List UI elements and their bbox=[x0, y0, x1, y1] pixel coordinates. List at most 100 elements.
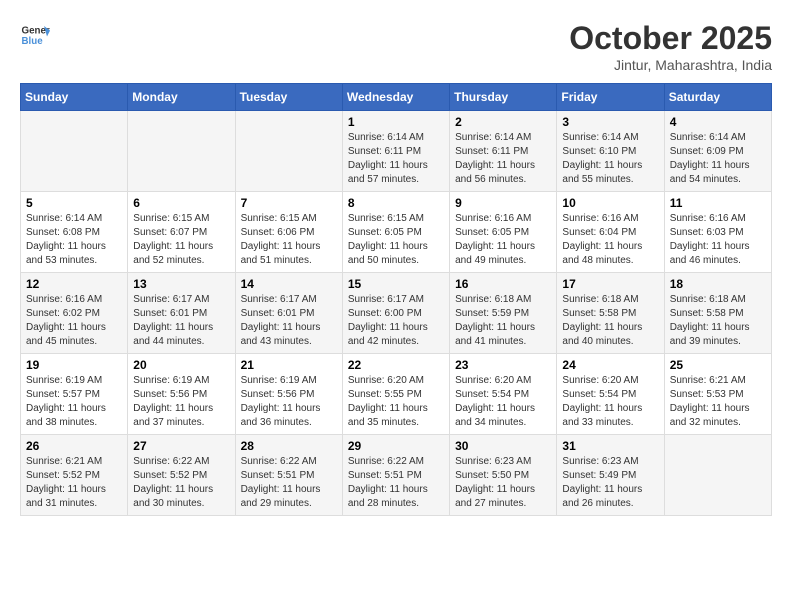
table-row: 4 Sunrise: 6:14 AM Sunset: 6:09 PM Daylig… bbox=[664, 111, 771, 192]
day-info: Sunrise: 6:22 AM Sunset: 5:52 PM Dayligh… bbox=[133, 455, 229, 511]
day-number: 2 bbox=[455, 115, 551, 129]
table-row: 20 Sunrise: 6:19 AM Sunset: 5:56 PM Dayli… bbox=[128, 354, 235, 435]
day-info: Sunrise: 6:18 AM Sunset: 5:58 PM Dayligh… bbox=[562, 293, 658, 349]
table-row: 1 Sunrise: 6:14 AM Sunset: 6:11 PM Daylig… bbox=[342, 111, 449, 192]
title-block: October 2025 Jintur, Maharashtra, India bbox=[569, 20, 772, 73]
table-row: 28 Sunrise: 6:22 AM Sunset: 5:51 PM Dayli… bbox=[235, 435, 342, 516]
day-number: 10 bbox=[562, 196, 658, 210]
table-row: 3Sunrise: 6:14 AM Sunset: 6:10 PM Daylig… bbox=[557, 111, 664, 192]
day-number: 17 bbox=[562, 277, 658, 291]
day-number: 29 bbox=[348, 439, 444, 453]
day-number: 23 bbox=[455, 358, 551, 372]
page-header: General Blue October 2025 Jintur, Mahara… bbox=[20, 20, 772, 73]
table-row: 16 Sunrise: 6:18 AM Sunset: 5:59 PM Dayli… bbox=[450, 273, 557, 354]
logo: General Blue bbox=[20, 20, 54, 50]
calendar-table: Sunday Monday Tuesday Wednesday Thursday… bbox=[20, 83, 772, 516]
day-info: Sunrise: 6:21 AM Sunset: 5:52 PM Dayligh… bbox=[26, 455, 122, 511]
day-info: Sunrise: 6:19 AM Sunset: 5:56 PM Dayligh… bbox=[133, 374, 229, 430]
day-info: Sunrise: 6:22 AM Sunset: 5:51 PM Dayligh… bbox=[348, 455, 444, 511]
day-number: 1 bbox=[348, 115, 444, 129]
calendar-week-row: 1 Sunrise: 6:14 AM Sunset: 6:11 PM Daylig… bbox=[21, 111, 772, 192]
day-info: Sunrise: 6:15 AM Sunset: 6:06 PM Dayligh… bbox=[241, 212, 337, 268]
table-row: 9 Sunrise: 6:16 AM Sunset: 6:05 PM Daylig… bbox=[450, 192, 557, 273]
day-info: Sunrise: 6:15 AM Sunset: 6:07 PM Dayligh… bbox=[133, 212, 229, 268]
table-row: 17 Sunrise: 6:18 AM Sunset: 5:58 PM Dayli… bbox=[557, 273, 664, 354]
day-info: Sunrise: 6:14 AM Sunset: 6:09 PM Dayligh… bbox=[670, 131, 766, 187]
table-row: 23 Sunrise: 6:20 AM Sunset: 5:54 PM Dayli… bbox=[450, 354, 557, 435]
table-row bbox=[664, 435, 771, 516]
day-info: Sunrise: 6:17 AM Sunset: 6:00 PM Dayligh… bbox=[348, 293, 444, 349]
day-info: Sunrise: 6:23 AM Sunset: 5:50 PM Dayligh… bbox=[455, 455, 551, 511]
header-monday: Monday bbox=[128, 84, 235, 111]
day-number: 9 bbox=[455, 196, 551, 210]
day-info: Sunrise: 6:16 AM Sunset: 6:03 PM Dayligh… bbox=[670, 212, 766, 268]
header-tuesday: Tuesday bbox=[235, 84, 342, 111]
calendar-header-row: Sunday Monday Tuesday Wednesday Thursday… bbox=[21, 84, 772, 111]
day-number: 11 bbox=[670, 196, 766, 210]
table-row: 22Sunrise: 6:20 AM Sunset: 5:55 PM Dayli… bbox=[342, 354, 449, 435]
table-row: 8Sunrise: 6:15 AM Sunset: 6:05 PM Daylig… bbox=[342, 192, 449, 273]
calendar-week-row: 12 Sunrise: 6:16 AM Sunset: 6:02 PM Dayli… bbox=[21, 273, 772, 354]
table-row: 30 Sunrise: 6:23 AM Sunset: 5:50 PM Dayli… bbox=[450, 435, 557, 516]
table-row: 21 Sunrise: 6:19 AM Sunset: 5:56 PM Dayli… bbox=[235, 354, 342, 435]
header-sunday: Sunday bbox=[21, 84, 128, 111]
table-row: 2 Sunrise: 6:14 AM Sunset: 6:11 PM Daylig… bbox=[450, 111, 557, 192]
table-row bbox=[235, 111, 342, 192]
table-row: 27 Sunrise: 6:22 AM Sunset: 5:52 PM Dayli… bbox=[128, 435, 235, 516]
day-number: 30 bbox=[455, 439, 551, 453]
day-number: 27 bbox=[133, 439, 229, 453]
table-row: 7 Sunrise: 6:15 AM Sunset: 6:06 PM Daylig… bbox=[235, 192, 342, 273]
header-friday: Friday bbox=[557, 84, 664, 111]
header-thursday: Thursday bbox=[450, 84, 557, 111]
day-number: 28 bbox=[241, 439, 337, 453]
day-info: Sunrise: 6:20 AM Sunset: 5:54 PM Dayligh… bbox=[562, 374, 658, 430]
day-number: 31 bbox=[562, 439, 658, 453]
day-number: 4 bbox=[670, 115, 766, 129]
day-info: Sunrise: 6:19 AM Sunset: 5:57 PM Dayligh… bbox=[26, 374, 122, 430]
svg-text:Blue: Blue bbox=[22, 36, 44, 47]
table-row: 15Sunrise: 6:17 AM Sunset: 6:00 PM Dayli… bbox=[342, 273, 449, 354]
day-number: 16 bbox=[455, 277, 551, 291]
table-row: 18Sunrise: 6:18 AM Sunset: 5:58 PM Dayli… bbox=[664, 273, 771, 354]
table-row: 29 Sunrise: 6:22 AM Sunset: 5:51 PM Dayli… bbox=[342, 435, 449, 516]
day-info: Sunrise: 6:16 AM Sunset: 6:02 PM Dayligh… bbox=[26, 293, 122, 349]
day-info: Sunrise: 6:16 AM Sunset: 6:04 PM Dayligh… bbox=[562, 212, 658, 268]
table-row: 6 Sunrise: 6:15 AM Sunset: 6:07 PM Daylig… bbox=[128, 192, 235, 273]
table-row: 14Sunrise: 6:17 AM Sunset: 6:01 PM Dayli… bbox=[235, 273, 342, 354]
day-number: 7 bbox=[241, 196, 337, 210]
day-info: Sunrise: 6:22 AM Sunset: 5:51 PM Dayligh… bbox=[241, 455, 337, 511]
day-info: Sunrise: 6:14 AM Sunset: 6:08 PM Dayligh… bbox=[26, 212, 122, 268]
table-row: 10 Sunrise: 6:16 AM Sunset: 6:04 PM Dayli… bbox=[557, 192, 664, 273]
day-info: Sunrise: 6:16 AM Sunset: 6:05 PM Dayligh… bbox=[455, 212, 551, 268]
day-number: 6 bbox=[133, 196, 229, 210]
table-row: 13 Sunrise: 6:17 AM Sunset: 6:01 PM Dayli… bbox=[128, 273, 235, 354]
day-info: Sunrise: 6:14 AM Sunset: 6:11 PM Dayligh… bbox=[348, 131, 444, 187]
day-info: Sunrise: 6:15 AM Sunset: 6:05 PM Dayligh… bbox=[348, 212, 444, 268]
header-saturday: Saturday bbox=[664, 84, 771, 111]
table-row: 5 Sunrise: 6:14 AM Sunset: 6:08 PM Daylig… bbox=[21, 192, 128, 273]
month-title: October 2025 bbox=[569, 20, 772, 57]
day-info: Sunrise: 6:20 AM Sunset: 5:55 PM Dayligh… bbox=[348, 374, 444, 430]
day-info: Sunrise: 6:20 AM Sunset: 5:54 PM Dayligh… bbox=[455, 374, 551, 430]
day-number: 12 bbox=[26, 277, 122, 291]
table-row: 19 Sunrise: 6:19 AM Sunset: 5:57 PM Dayli… bbox=[21, 354, 128, 435]
logo-icon: General Blue bbox=[20, 20, 50, 50]
header-wednesday: Wednesday bbox=[342, 84, 449, 111]
day-number: 13 bbox=[133, 277, 229, 291]
day-number: 18 bbox=[670, 277, 766, 291]
day-number: 14 bbox=[241, 277, 337, 291]
day-info: Sunrise: 6:19 AM Sunset: 5:56 PM Dayligh… bbox=[241, 374, 337, 430]
day-number: 5 bbox=[26, 196, 122, 210]
table-row: 25Sunrise: 6:21 AM Sunset: 5:53 PM Dayli… bbox=[664, 354, 771, 435]
day-info: Sunrise: 6:23 AM Sunset: 5:49 PM Dayligh… bbox=[562, 455, 658, 511]
table-row: 11 Sunrise: 6:16 AM Sunset: 6:03 PM Dayli… bbox=[664, 192, 771, 273]
day-info: Sunrise: 6:17 AM Sunset: 6:01 PM Dayligh… bbox=[133, 293, 229, 349]
day-number: 21 bbox=[241, 358, 337, 372]
day-number: 19 bbox=[26, 358, 122, 372]
day-info: Sunrise: 6:14 AM Sunset: 6:11 PM Dayligh… bbox=[455, 131, 551, 187]
calendar-week-row: 5 Sunrise: 6:14 AM Sunset: 6:08 PM Daylig… bbox=[21, 192, 772, 273]
calendar-week-row: 19 Sunrise: 6:19 AM Sunset: 5:57 PM Dayli… bbox=[21, 354, 772, 435]
day-info: Sunrise: 6:18 AM Sunset: 5:59 PM Dayligh… bbox=[455, 293, 551, 349]
day-number: 25 bbox=[670, 358, 766, 372]
day-number: 20 bbox=[133, 358, 229, 372]
